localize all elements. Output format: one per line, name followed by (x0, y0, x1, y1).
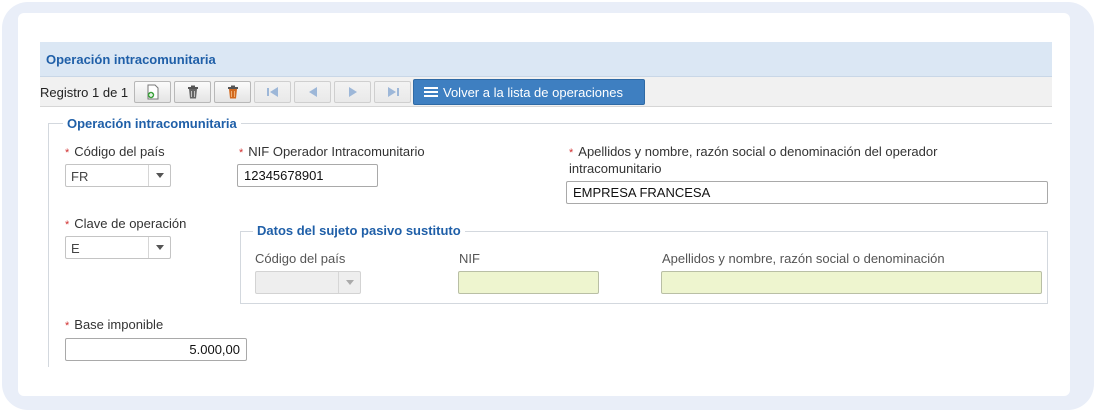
previous-record-button[interactable] (294, 81, 331, 103)
substitute-name-field[interactable] (661, 271, 1042, 294)
taxable-base-label: * Base imponible (65, 317, 164, 332)
toolbar: Registro 1 de 1 Volver a la lista de ope… (40, 77, 1052, 107)
trash-all-icon (227, 85, 238, 99)
previous-record-icon (308, 87, 317, 97)
taxable-base-field[interactable]: 5.000,00 (65, 338, 247, 361)
nif-label: * NIF Operador Intracomunitario (239, 144, 425, 159)
new-record-button[interactable] (134, 81, 171, 103)
record-counter: Registro 1 de 1 (40, 85, 129, 100)
substitute-legend: Datos del sujeto pasivo sustituto (253, 223, 465, 238)
chevron-down-icon (148, 237, 170, 258)
operator-name-label: * Apellidos y nombre, razón social o deno… (569, 144, 938, 176)
substitute-country-label: Código del país (255, 251, 346, 266)
operator-name-field[interactable]: EMPRESA FRANCESA (566, 181, 1048, 204)
back-to-list-label: Volver a la lista de operaciones (443, 84, 623, 100)
required-mark: * (65, 320, 70, 332)
delete-all-button[interactable] (214, 81, 251, 103)
new-record-icon (147, 84, 158, 100)
chevron-down-icon (338, 272, 360, 293)
operation-key-label: * Clave de operación (65, 216, 187, 231)
last-record-icon (387, 87, 399, 97)
next-record-icon (348, 87, 357, 97)
required-mark: * (239, 147, 244, 159)
required-mark: * (65, 147, 70, 159)
panel-header: Operación intracomunitaria (40, 42, 1052, 77)
first-record-button[interactable] (254, 81, 291, 103)
substitute-nif-label: NIF (459, 251, 480, 266)
next-record-button[interactable] (334, 81, 371, 103)
required-mark: * (569, 147, 574, 159)
country-code-select[interactable]: FR (65, 164, 171, 187)
first-record-icon (266, 87, 278, 97)
substitute-country-select[interactable] (255, 271, 361, 294)
delete-button[interactable] (174, 81, 211, 103)
country-code-value: FR (71, 169, 89, 184)
nif-field[interactable]: 12345678901 (237, 164, 378, 187)
substitute-nif-field[interactable] (458, 271, 599, 294)
fieldset-legend: Operación intracomunitaria (63, 116, 241, 131)
chevron-down-icon (148, 165, 170, 186)
back-to-list-button[interactable]: Volver a la lista de operaciones (413, 79, 645, 105)
country-code-label: * Código del país (65, 144, 165, 159)
panel-title: Operación intracomunitaria (46, 52, 216, 67)
operation-key-value: E (71, 241, 80, 256)
fieldset-border-left (48, 123, 49, 367)
substitute-name-label: Apellidos y nombre, razón social o denom… (662, 251, 945, 266)
operation-key-select[interactable]: E (65, 236, 171, 259)
required-mark: * (65, 219, 70, 231)
trash-icon (187, 85, 198, 99)
last-record-button[interactable] (374, 81, 411, 103)
list-icon (424, 86, 438, 98)
